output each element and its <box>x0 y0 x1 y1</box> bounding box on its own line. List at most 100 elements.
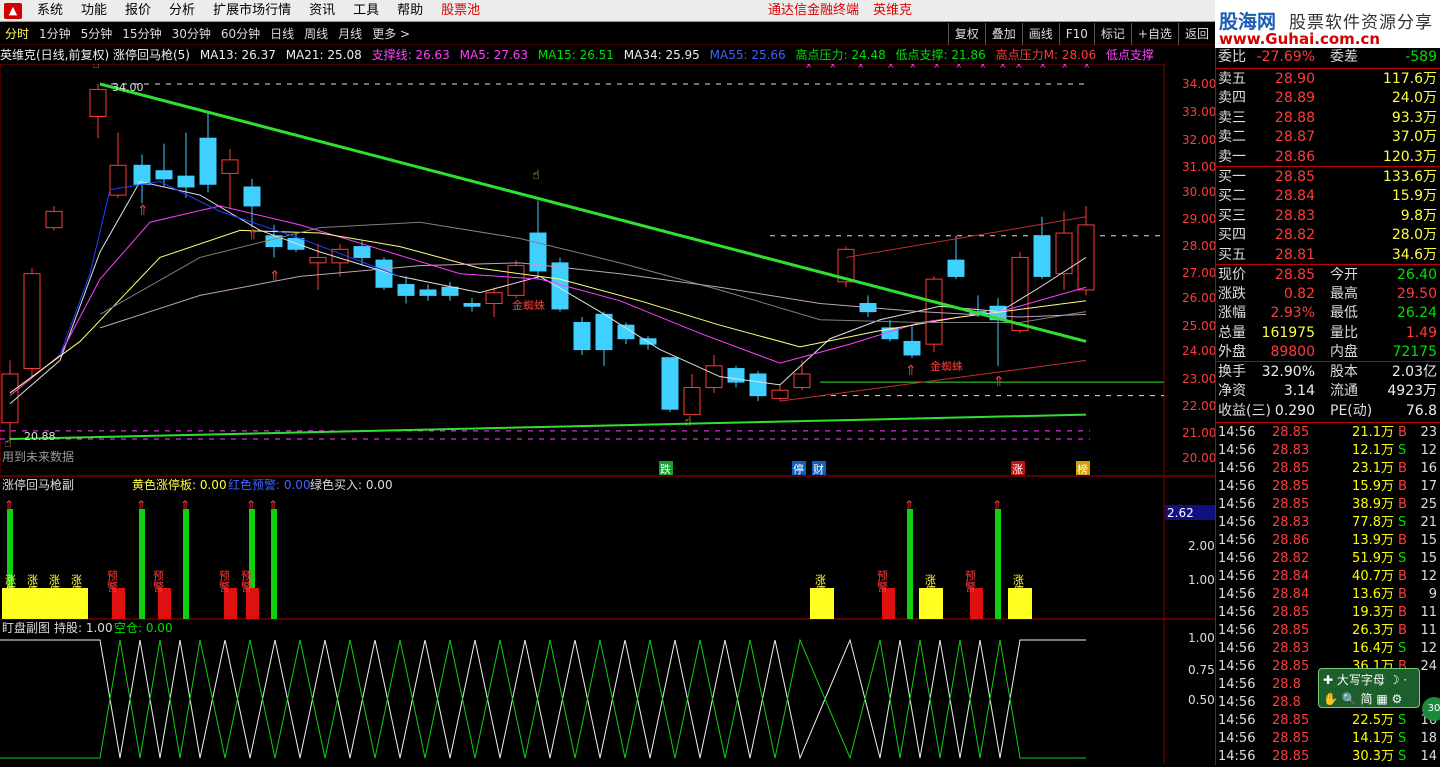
back-button[interactable]: 返回 <box>1177 23 1215 45</box>
sub1-title[interactable]: 涨停回马枪副 <box>2 477 74 492</box>
tick-price: 28.82 <box>1272 551 1310 566</box>
tick-price: 28.85 <box>1272 659 1310 674</box>
tick-row[interactable]: 14:56 28.84 40.7万 B 12 <box>1216 568 1440 586</box>
period-daily[interactable]: 日线 <box>265 25 299 42</box>
menu-quote[interactable]: 报价 <box>116 0 160 22</box>
tick-row[interactable]: 14:56 28.85 19.3万 B 11 <box>1216 604 1440 622</box>
quote-row: 总量 161975 量比 1.49 <box>1216 324 1440 343</box>
tick-price: 28.84 <box>1272 569 1310 584</box>
tick-time: 14:56 <box>1218 461 1256 476</box>
menu-function[interactable]: 功能 <box>72 0 116 22</box>
high-price-label: 34.00 <box>112 81 144 94</box>
tick-time: 14:56 <box>1218 443 1256 458</box>
tick-row[interactable]: 14:56 28.85 22.5万 S 16 <box>1216 712 1440 730</box>
tick-row[interactable]: 14:56 28.83 12.1万 S 12 <box>1216 442 1440 460</box>
tick-row[interactable]: 14:56 28.85 23.1万 B 16 <box>1216 460 1440 478</box>
menu-help[interactable]: 帮助 <box>388 0 432 22</box>
tick-time: 14:56 <box>1218 551 1256 566</box>
sell-level-label: 卖四 <box>1218 90 1246 107</box>
sub2-empty: 空仓: 0.00 <box>114 621 173 635</box>
ime-mode[interactable]: ✋ 🔍 简 ▦ ⚙ <box>1323 690 1402 707</box>
caps-label: 大写字母 <box>1336 673 1385 687</box>
add-favorite-button[interactable]: +自选 <box>1130 23 1178 45</box>
tag-finance[interactable]: 财 <box>813 462 824 476</box>
period-60min[interactable]: 60分钟 <box>216 25 265 42</box>
ma55-value: MA55: 25.66 <box>709 48 786 62</box>
buy-signal-bar <box>183 509 189 619</box>
candle-body <box>1033 235 1051 277</box>
golden-spider-signal: 金蜘蛛 <box>512 298 545 312</box>
quote-row: 换手 32.90% 股本 2.03亿 <box>1216 363 1440 382</box>
menu-system[interactable]: 系统 <box>28 0 72 22</box>
period-more[interactable]: 更多 > <box>367 25 415 42</box>
tick-row[interactable]: 14:56 28.85 21.1万 B 23 <box>1216 424 1440 442</box>
tag-list[interactable]: 榜 <box>1077 462 1088 476</box>
tag-halt[interactable]: 停 <box>793 462 804 476</box>
mark-button[interactable]: 标记 <box>1093 23 1131 45</box>
stat2-value: 0.290 <box>1274 402 1315 419</box>
signal-arrow-icon: ⇑ <box>992 498 1002 512</box>
signal-arrow-icon: ⇑ <box>180 498 190 512</box>
ma21-value: MA21: 25.08 <box>285 48 362 62</box>
menu-analysis[interactable]: 分析 <box>160 0 204 22</box>
tick-row[interactable]: 14:56 28.84 13.6万 B 9 <box>1216 586 1440 604</box>
tag-drop[interactable]: 跌 <box>660 462 671 476</box>
overlay-button[interactable]: 叠加 <box>984 23 1022 45</box>
sub2-y-label: 0.75 <box>1188 663 1215 677</box>
sub1-red: 红色预警: 0.00 <box>228 477 311 492</box>
input-method-bar[interactable]: ✚ 大写字母 ☽ · ✋ 🔍 简 ▦ ⚙ <box>1318 668 1420 708</box>
tick-price: 28.85 <box>1272 461 1310 476</box>
menu-stock-pool[interactable]: 股票池 <box>432 0 489 22</box>
stat2-value: 4923万 <box>1387 383 1437 400</box>
period-1min[interactable]: 1分钟 <box>34 25 76 42</box>
tick-price: 28.85 <box>1272 479 1310 494</box>
candle-body <box>419 289 437 296</box>
hand-marker-icon: ☝ <box>4 436 12 451</box>
brand-watermark: 股海网 股票软件资源分享 www.Guhai.com.cn <box>1215 0 1440 48</box>
tick-direction: S <box>1398 749 1407 764</box>
stat-label: 现价 <box>1218 267 1246 283</box>
tick-row[interactable]: 14:56 28.85 26.3万 B 11 <box>1216 622 1440 640</box>
candle-body <box>133 164 151 185</box>
f10-button[interactable]: F10 <box>1058 23 1094 45</box>
menu-tools[interactable]: 工具 <box>344 0 388 22</box>
tick-volume: 38.9万 <box>1352 497 1394 512</box>
tick-row[interactable]: 14:56 28.83 16.4万 S 12 <box>1216 640 1440 658</box>
marker-x-icon: × <box>909 64 917 71</box>
tick-row[interactable]: 14:56 28.85 30.3万 S 14 <box>1216 748 1440 766</box>
divider <box>1216 422 1440 423</box>
caps-indicator[interactable]: ✚ 大写字母 ☽ · <box>1323 671 1407 688</box>
menu-info[interactable]: 资讯 <box>300 0 344 22</box>
tick-row[interactable]: 14:56 28.85 14.1万 S 18 <box>1216 730 1440 748</box>
tick-row[interactable]: 14:56 28.85 15.9万 B 17 <box>1216 478 1440 496</box>
period-timeshare[interactable]: 分时 <box>0 25 34 42</box>
tick-price: 28.83 <box>1272 641 1310 656</box>
limit-up-label: 涨停 <box>814 574 827 597</box>
period-15min[interactable]: 15分钟 <box>117 25 166 42</box>
chart-area[interactable]: ⇑ ⇑ ⇑ ⇑ ⇑ ☝ ☝ ☝ ☝ × × × × × × × × × × × × × ⇑ ⇑ ⇑ ⇑ ⇑ ⇑ ⇑ 涨停 涨停 涨停 涨停 涨停… <box>0 57 1216 764</box>
menu-ext-market[interactable]: 扩展市场行情 <box>204 0 300 22</box>
indicator-infoline: 英维克(日线,前复权) 涨停回马枪(5) MA13: 26.37 MA21: 2… <box>0 46 1215 64</box>
period-weekly[interactable]: 周线 <box>299 25 333 42</box>
period-5min[interactable]: 5分钟 <box>76 25 118 42</box>
tick-row[interactable]: 14:56 28.86 13.9万 B 15 <box>1216 532 1440 550</box>
adjust-button[interactable]: 复权 <box>947 23 985 45</box>
kline-svg[interactable]: ⇑⇑⇑⇑⇑☝☝☝☝× × × × × × × × × × × × × ⇑ ⇑ ⇑ ⇑ ⇑ ⇑ ⇑涨停 涨停 涨停 涨停 涨停… <box>0 57 1216 764</box>
quote-row: 卖二 28.87 37.0万 <box>1216 128 1440 147</box>
period-30min[interactable]: 30分钟 <box>167 25 216 42</box>
period-monthly[interactable]: 月线 <box>333 25 367 42</box>
y-label: 32.00 <box>1182 133 1215 147</box>
weicha-label: 委差 <box>1330 49 1358 65</box>
draw-button[interactable]: 画线 <box>1021 23 1059 45</box>
sub2-title[interactable]: 盯盘副图 <box>2 620 50 635</box>
tick-time: 14:56 <box>1218 677 1256 692</box>
tick-row[interactable]: 14:56 28.82 51.9万 S 15 <box>1216 550 1440 568</box>
tick-row[interactable]: 14:56 28.83 77.8万 S 21 <box>1216 514 1440 532</box>
tick-row[interactable]: 14:56 28.85 38.9万 B 25 <box>1216 496 1440 514</box>
float-badge[interactable]: 30 <box>1422 697 1440 721</box>
chart-title[interactable]: 英维克(日线,前复权) 涨停回马枪(5) <box>0 48 190 62</box>
tag-rise[interactable]: 涨 <box>1012 463 1023 476</box>
stat-label: 最低 <box>1330 305 1358 322</box>
candle-body <box>947 259 965 277</box>
tick-time: 14:56 <box>1218 713 1256 728</box>
